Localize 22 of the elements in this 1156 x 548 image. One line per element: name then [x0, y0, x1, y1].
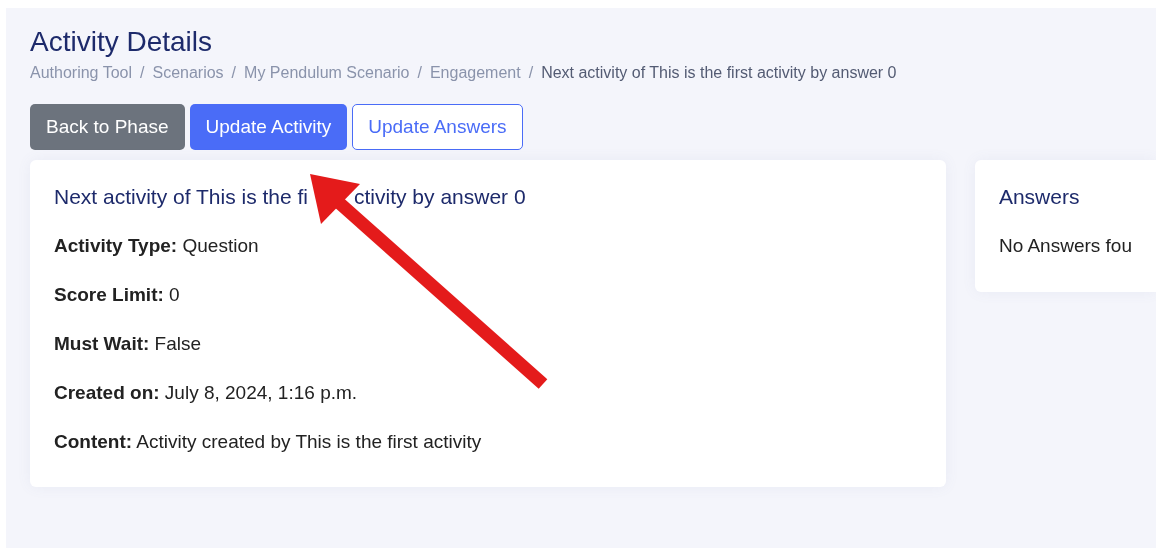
- back-button[interactable]: Back to Phase: [30, 104, 185, 150]
- field-text: Content: Activity created by This is the first activity: [54, 430, 483, 453]
- card-title: Next activity of This is the fi: [54, 184, 309, 210]
- breadcrumb-separator: /: [417, 64, 422, 82]
- card-title: ctivity by answer 0: [354, 184, 526, 210]
- empty-message: No Answers fou: [998, 234, 1132, 257]
- breadcrumb-link[interactable]: Engagement: [429, 64, 521, 82]
- field-text: Score Limit: 0: [54, 283, 181, 306]
- breadcrumb-link[interactable]: Scenarios: [152, 64, 224, 82]
- field-text: Created on: July 8, 2024, 1:16 p.m.: [54, 381, 359, 404]
- update-button[interactable]: Update Activity: [189, 104, 348, 150]
- breadcrumb-separator: /: [231, 64, 237, 82]
- breadcrumb-separator: /: [140, 64, 145, 82]
- field-text: Must Wait: False: [54, 332, 203, 355]
- page-title: Activity Details: [30, 26, 214, 58]
- field-text: Activity Type: Question: [54, 234, 260, 257]
- update-button[interactable]: Update Answers: [352, 104, 523, 150]
- breadcrumb-separator: /: [528, 64, 534, 82]
- breadcrumb-current: Next activity of This is the first activity by answer 0: [541, 64, 897, 82]
- card-title: Answers: [998, 184, 1081, 210]
- breadcrumb-link[interactable]: My Pendulum Scenario: [244, 64, 410, 82]
- breadcrumb-link[interactable]: Authoring Tool: [30, 64, 132, 82]
